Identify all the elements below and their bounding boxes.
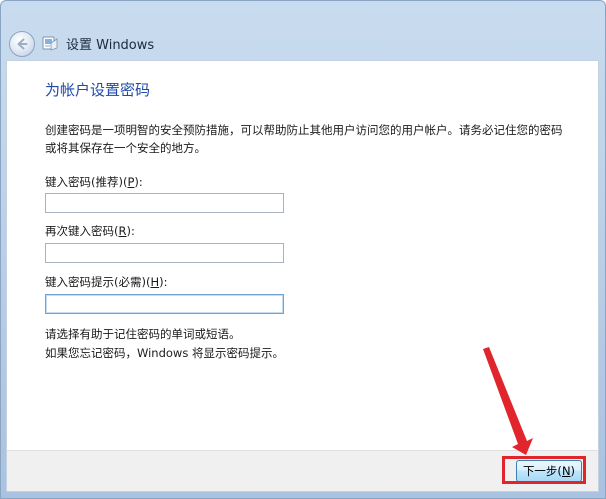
footer-bar: 下一步(N) — [6, 450, 599, 492]
confirm-password-field[interactable] — [45, 243, 284, 263]
hint-line-1: 请选择有助于记住密码的单词或短语。 — [45, 327, 241, 341]
password-hint-label: 键入密码提示(必需)(H): — [45, 275, 168, 289]
confirm-password-label: 再次键入密码(R): — [45, 224, 135, 238]
back-button[interactable] — [9, 31, 35, 57]
password-field[interactable] — [45, 193, 284, 213]
title-bar: 设置 Windows — [1, 1, 605, 61]
back-arrow-icon — [17, 38, 28, 50]
password-label: 键入密码(推荐)(P): — [45, 175, 143, 189]
hint-instructions: 请选择有助于记住密码的单词或短语。 如果您忘记密码，Windows 将显示密码提… — [45, 325, 565, 363]
password-hint-field[interactable] — [45, 294, 284, 314]
page-title: 为帐户设置密码 — [45, 81, 151, 99]
page-description: 创建密码是一项明智的安全预防措施，可以帮助防止其他用户访问您的用户帐户。请务必记… — [45, 123, 563, 155]
hint-line-2: 如果您忘记密码，Windows 将显示密码提示。 — [45, 346, 284, 360]
window-title: 设置 Windows — [66, 38, 155, 53]
windows-setup-icon — [42, 36, 58, 51]
next-button[interactable]: 下一步(N) — [516, 460, 582, 482]
content-panel: 为帐户设置密码 创建密码是一项明智的安全预防措施，可以帮助防止其他用户访问您的用… — [6, 60, 599, 450]
